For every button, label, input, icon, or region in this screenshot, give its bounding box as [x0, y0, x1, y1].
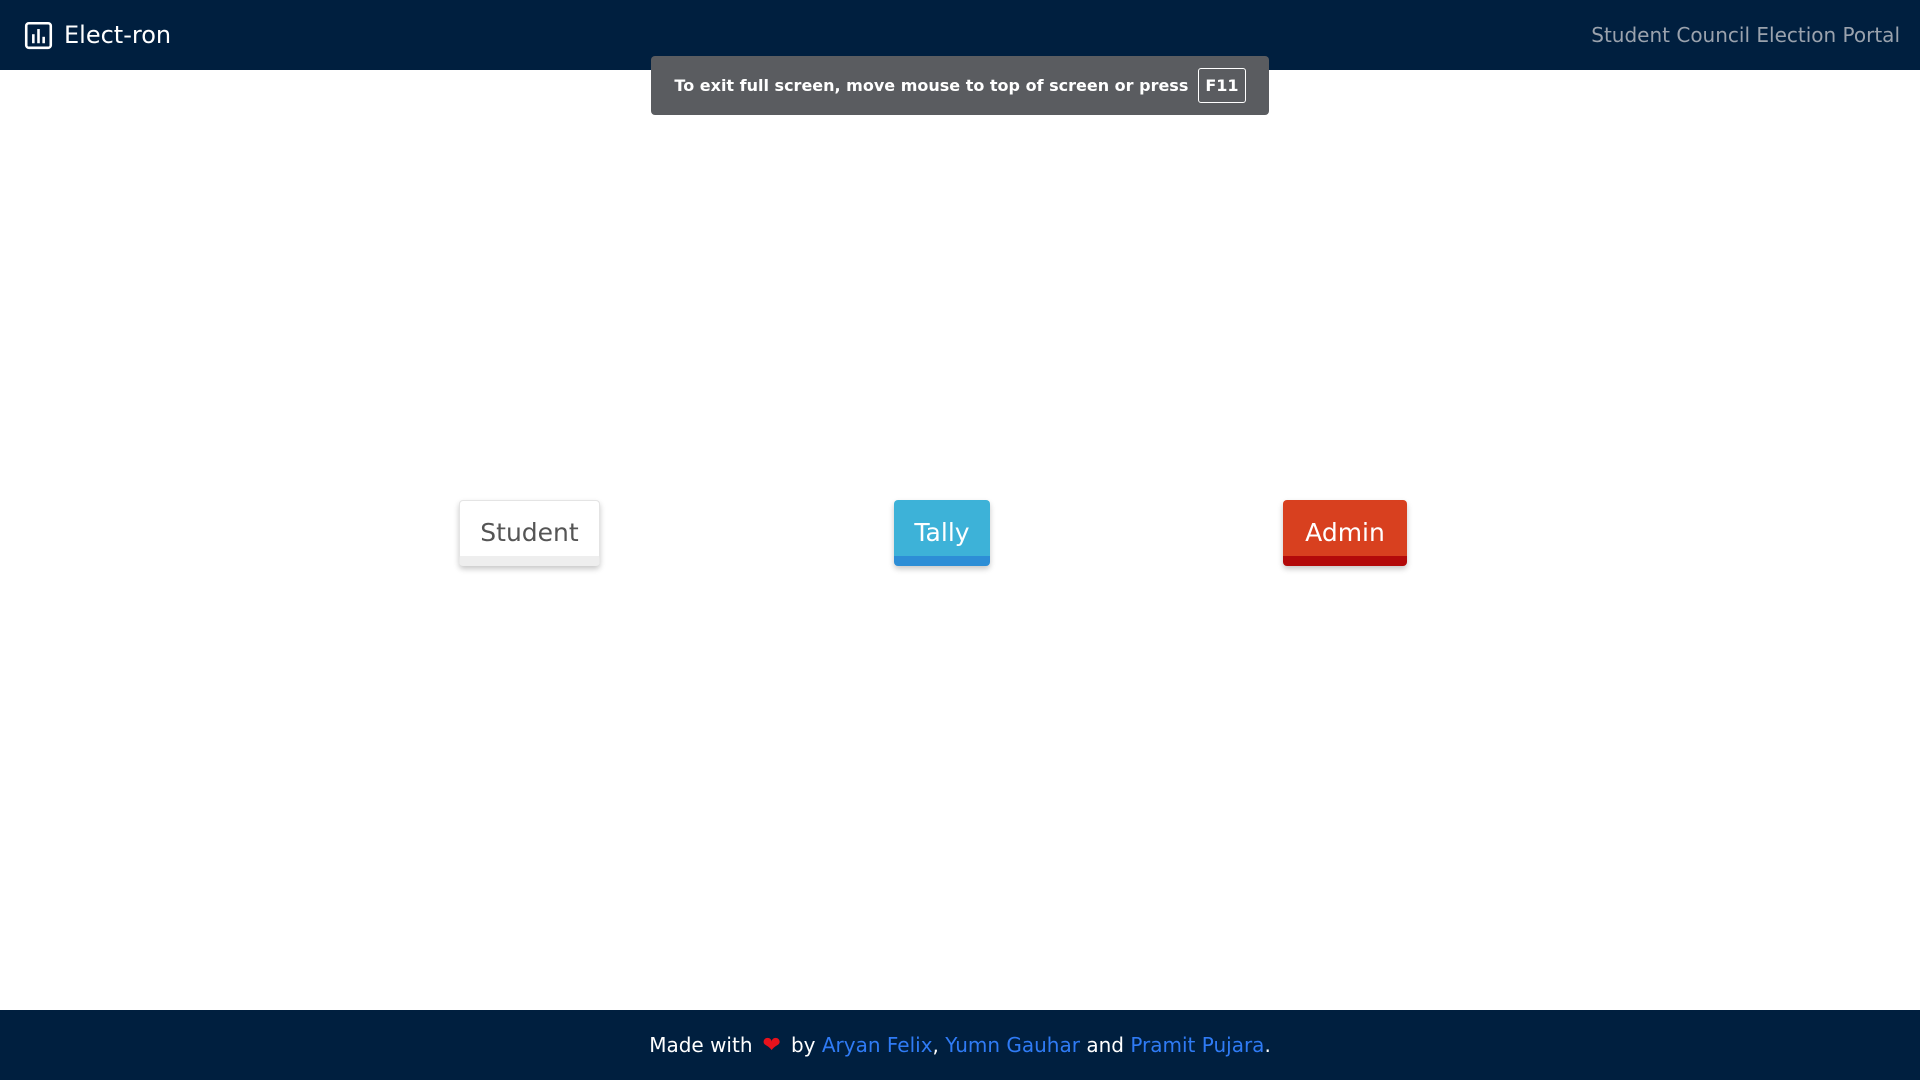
author-link-yumn-gauhar[interactable]: Yumn Gauhar [945, 1033, 1080, 1057]
footer-comma: , [932, 1033, 939, 1057]
author-link-pramit-pujara[interactable]: Pramit Pujara [1130, 1033, 1264, 1057]
tally-button[interactable]: Tally [894, 500, 990, 566]
fullscreen-notice: To exit full screen, move mouse to top o… [651, 56, 1269, 115]
portal-title: Student Council Election Portal [1591, 23, 1900, 47]
brand-name: Elect-ron [64, 21, 172, 49]
brand[interactable]: Elect-ron [23, 20, 171, 51]
bar-chart-icon [24, 21, 53, 49]
student-button[interactable]: Student [459, 500, 600, 566]
heart-icon: ❤ [762, 1032, 781, 1058]
footer-period: . [1264, 1033, 1271, 1057]
author-link-aryan-felix[interactable]: Aryan Felix [822, 1033, 933, 1057]
footer-made-with: Made with [649, 1033, 753, 1057]
f11-key-badge: F11 [1198, 68, 1246, 103]
footer-and: and [1086, 1033, 1124, 1057]
fullscreen-notice-text: To exit full screen, move mouse to top o… [674, 76, 1189, 95]
footer-by: by [790, 1033, 816, 1057]
footer: Made with ❤ by Aryan Felix, Yumn Gauhar … [0, 1010, 1920, 1080]
admin-button[interactable]: Admin [1283, 500, 1407, 566]
